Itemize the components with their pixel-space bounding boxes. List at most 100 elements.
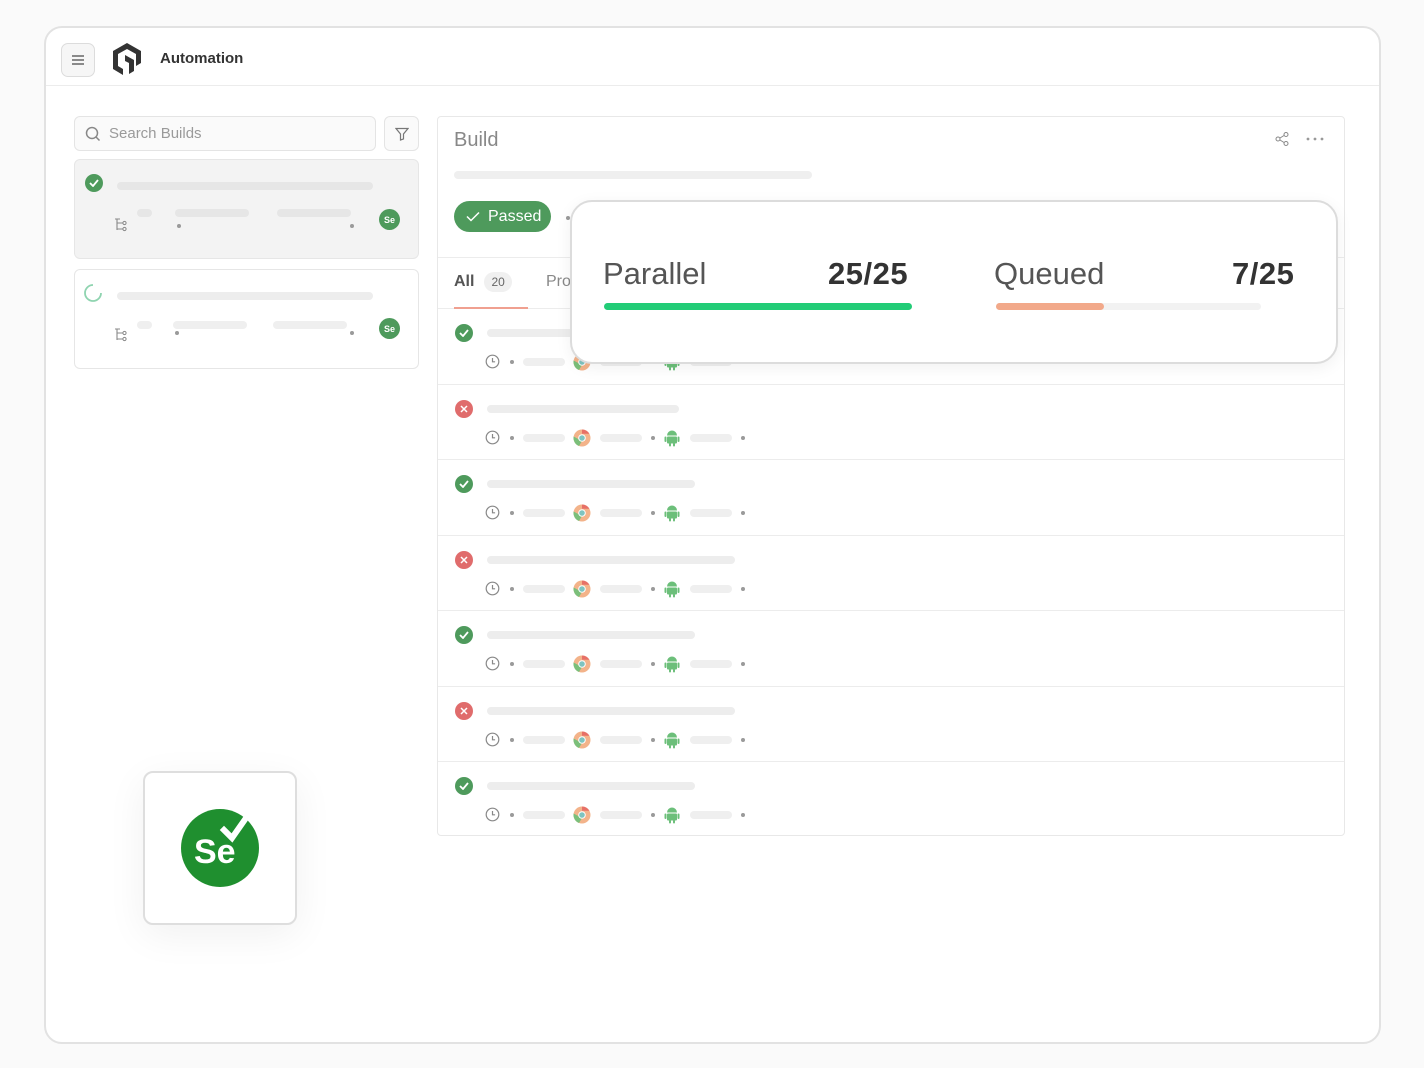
build-title: Build (454, 129, 499, 151)
placeholder (600, 433, 642, 442)
placeholder (523, 735, 565, 744)
placeholder (600, 811, 642, 819)
loading-spinner-icon (84, 284, 102, 302)
chrome-icon (573, 504, 591, 522)
test-name-placeholder (487, 706, 735, 715)
concurrency-card: Parallel 25/25 Queued 7/25 (570, 200, 1338, 364)
placeholder (523, 509, 565, 517)
parallel-value: 25/25 (828, 256, 909, 291)
parallel-label: Parallel (603, 256, 707, 291)
test-row[interactable] (438, 536, 1344, 611)
selenium-icon: Se (379, 318, 400, 339)
separator-dot (350, 224, 354, 228)
placeholder (277, 209, 351, 217)
test-row[interactable] (438, 611, 1344, 687)
chrome-icon (573, 806, 591, 824)
clock-icon (485, 732, 500, 746)
selenium-logo: Se (181, 809, 259, 887)
top-bar: Automation (46, 28, 1379, 86)
queued-value: 7/25 (1232, 256, 1295, 291)
tab-all[interactable]: All 20 (454, 272, 512, 292)
separator-dot (510, 511, 514, 515)
placeholder (523, 433, 565, 442)
failed-icon (455, 701, 473, 720)
filter-button[interactable] (384, 116, 419, 151)
test-name-placeholder (487, 782, 695, 790)
branch-icon (115, 328, 127, 342)
chrome-icon (573, 429, 591, 446)
separator-dot (510, 360, 514, 364)
lambdatest-logo (113, 43, 141, 75)
branch-icon (115, 218, 127, 232)
separator-dot (741, 662, 745, 666)
placeholder (600, 584, 642, 593)
menu-button[interactable] (61, 43, 95, 77)
more-options-icon[interactable] (1306, 137, 1324, 141)
test-name-placeholder (487, 631, 695, 639)
placeholder (173, 321, 247, 329)
placeholder (690, 433, 732, 442)
search-builds[interactable] (74, 116, 376, 151)
placeholder (523, 811, 565, 819)
build-name-placeholder (117, 292, 373, 300)
placeholder (690, 660, 732, 668)
android-icon (664, 430, 680, 446)
separator-dot (741, 511, 745, 515)
separator-dot (741, 813, 745, 817)
clock-icon (485, 581, 500, 595)
placeholder (600, 735, 642, 744)
app-title: Automation (160, 50, 244, 67)
test-row[interactable] (438, 687, 1344, 762)
app-window: Automation Se Se Build (44, 26, 1381, 1044)
parallel-progress-bar (604, 303, 912, 310)
test-row[interactable] (438, 460, 1344, 536)
separator-dot (510, 586, 514, 591)
separator-dot (510, 737, 514, 742)
failed-icon (455, 550, 473, 569)
status-label: Passed (488, 207, 542, 225)
placeholder (523, 358, 565, 366)
search-icon (85, 126, 101, 141)
placeholder (690, 509, 732, 517)
android-icon (664, 581, 680, 597)
placeholder (600, 509, 642, 517)
queued-label: Queued (994, 256, 1105, 291)
tab-pro[interactable]: Pro (546, 273, 571, 291)
panel-actions (1274, 131, 1324, 147)
selenium-icon: Se (379, 209, 400, 230)
placeholder (137, 209, 152, 217)
tab-count: 20 (484, 272, 512, 292)
placeholder (690, 811, 732, 819)
placeholder (273, 321, 347, 329)
separator-dot (741, 435, 745, 440)
clock-icon (485, 807, 500, 822)
separator-dot (175, 331, 179, 335)
android-icon (664, 505, 680, 522)
chrome-icon (573, 655, 591, 673)
search-input[interactable] (109, 125, 359, 142)
separator-dot (651, 435, 655, 440)
separator-dot (651, 662, 655, 666)
separator-dot (510, 435, 514, 440)
test-name-placeholder (487, 555, 735, 564)
passed-icon (455, 777, 473, 795)
separator-dot (651, 813, 655, 817)
build-card[interactable]: Se (74, 269, 419, 369)
test-row[interactable] (438, 385, 1344, 460)
placeholder (523, 584, 565, 593)
clock-icon (485, 656, 500, 671)
android-icon (664, 732, 680, 748)
passed-icon (455, 626, 473, 644)
test-row[interactable] (438, 762, 1344, 838)
passed-icon (455, 324, 473, 342)
build-meta-placeholder (454, 171, 812, 179)
queued-progress-bar (996, 303, 1261, 310)
build-card[interactable]: Se (74, 159, 419, 259)
separator-dot (350, 331, 354, 335)
filter-icon (394, 127, 409, 141)
test-name-placeholder (487, 480, 695, 488)
hamburger-icon (72, 55, 84, 65)
share-icon[interactable] (1274, 131, 1290, 147)
test-name-placeholder (487, 404, 679, 413)
android-icon (664, 656, 680, 673)
